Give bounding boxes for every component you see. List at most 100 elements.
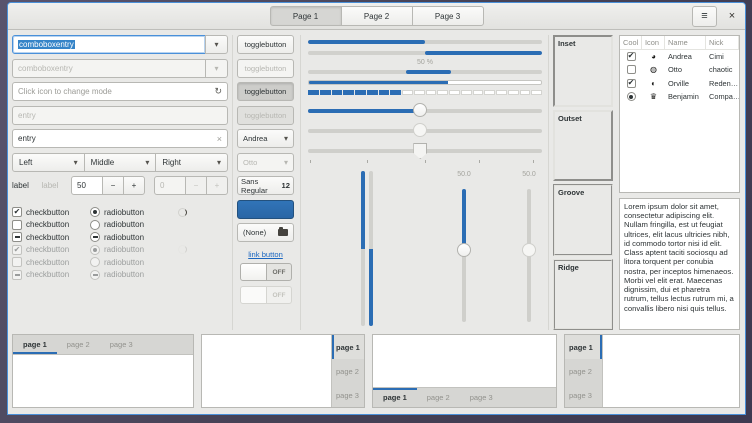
plus-icon: + <box>215 181 220 190</box>
switch-handle[interactable] <box>241 264 267 280</box>
togglebutton-active[interactable]: togglebutton <box>237 82 294 101</box>
notebook-top-tabs: page 1 page 2 page 3 <box>12 334 194 408</box>
link-button[interactable]: link button <box>237 250 294 259</box>
frame-label: Groove <box>558 188 584 197</box>
tab-page-3[interactable]: page 3 <box>460 388 503 407</box>
chevron-down-icon: ▾ <box>284 134 288 143</box>
close-button[interactable]: × <box>725 10 739 22</box>
level-bar-fill <box>309 81 448 84</box>
togglebutton[interactable]: togglebutton <box>237 35 294 54</box>
tab-page-3[interactable]: page 3 <box>565 383 602 407</box>
switch-off[interactable]: OFF <box>240 263 292 281</box>
tab-page-2[interactable]: Page 2 <box>341 6 413 26</box>
cell-name: Benjamin <box>665 92 706 101</box>
combobox-value: Otto <box>243 158 257 167</box>
checkbox-checked[interactable]: ✔ <box>627 52 636 61</box>
table-row[interactable]: ♛ Benjamin Compa… <box>620 90 739 104</box>
check-radio-row: ✔ checkbutton radiobutton <box>12 206 228 219</box>
font-button[interactable]: Sans Regular12 <box>237 176 294 195</box>
dropdown-right[interactable]: Right▾ <box>155 153 228 172</box>
checkbox-unchecked[interactable] <box>627 65 636 74</box>
column-header-cool[interactable]: Cool <box>620 36 642 49</box>
tab-page-2[interactable]: page 2 <box>417 388 460 407</box>
spin-minus-button[interactable]: − <box>102 176 124 195</box>
crown-icon: ♛ <box>642 92 665 101</box>
table-row[interactable]: ✔ ◕ Andrea Cimi <box>620 50 739 64</box>
checkbox-unchecked[interactable] <box>12 220 22 230</box>
clear-icon[interactable]: × <box>217 134 222 144</box>
plus-icon: + <box>132 181 137 190</box>
spin-disabled-minus-button: − <box>185 176 207 195</box>
tick-mark <box>310 160 311 163</box>
radiobutton-label[interactable]: radiobutton <box>104 220 168 229</box>
radiobutton-label[interactable]: radiobutton <box>104 208 168 217</box>
column-header-icon[interactable]: Icon <box>642 36 665 49</box>
tab-page-1[interactable]: page 1 <box>373 388 417 407</box>
mode-entry[interactable]: Click icon to change mode ↻ <box>12 82 228 101</box>
tab-page-3[interactable]: page 3 <box>332 383 364 407</box>
radio-selected-disabled <box>90 245 100 255</box>
spinbutton-disabled: 0 − + <box>154 176 228 195</box>
column-header-name[interactable]: Name <box>665 36 706 49</box>
entry[interactable]: entry × <box>12 129 228 148</box>
checkbutton-label[interactable]: checkbutton <box>26 233 90 242</box>
togglebutton-label: togglebutton <box>245 64 287 73</box>
radiobutton-label[interactable]: radiobutton <box>104 233 168 242</box>
radio-dot-icon <box>93 248 97 252</box>
tab-page-1[interactable]: Page 1 <box>270 6 342 26</box>
dropdown-left[interactable]: Left▾ <box>12 153 85 172</box>
radio-dot-icon <box>93 210 97 214</box>
tab-page-2[interactable]: page 2 <box>565 359 602 383</box>
tab-page-1[interactable]: page 1 <box>565 335 602 359</box>
spinbutton: 50 − + <box>71 176 145 195</box>
checkbutton-label[interactable]: checkbutton <box>26 208 90 217</box>
tab-page-3[interactable]: Page 3 <box>412 6 484 26</box>
cell-nick: chaotic <box>706 65 739 74</box>
checkbox-checked[interactable]: ✔ <box>627 79 636 88</box>
menu-button[interactable]: ≡ <box>692 6 717 27</box>
comboboxentry-dropdown-button[interactable]: ▾ <box>205 35 228 54</box>
spinbutton-value-text: 50 <box>77 181 86 190</box>
checkbox-indeterminate[interactable] <box>12 232 22 242</box>
chevron-down-icon: ▾ <box>145 158 149 167</box>
scale-knob[interactable] <box>457 243 471 257</box>
table-row[interactable]: ◍ Otto chaotic <box>620 63 739 77</box>
column-header-nick[interactable]: Nick <box>706 36 739 49</box>
comboboxentry-input[interactable]: comboboxentry <box>12 35 206 54</box>
color-button[interactable] <box>237 200 294 219</box>
chevron-down-icon: ▾ <box>214 40 218 49</box>
radio-selected[interactable] <box>90 207 100 217</box>
checkbox-checked[interactable]: ✔ <box>12 207 22 217</box>
scale-knob[interactable] <box>413 103 427 117</box>
header-actions: ≡ × <box>692 3 739 29</box>
radio-unselected[interactable] <box>90 220 100 230</box>
radio-indeterminate[interactable] <box>90 232 100 242</box>
main-content: comboboxentry ▾ comboboxentry ▾ Click ic… <box>8 30 745 332</box>
table-row[interactable]: ✔ ◐ Orville Reden… <box>620 77 739 91</box>
tab-page-2[interactable]: page 2 <box>332 359 364 383</box>
tab-page-1[interactable]: page 1 <box>332 335 364 359</box>
notebook-left-tabs: page 1 page 2 page 3 <box>564 334 740 408</box>
tick-mark <box>367 160 368 163</box>
tab-page-1[interactable]: page 1 <box>13 335 57 354</box>
checkbutton-label[interactable]: checkbutton <box>26 220 90 229</box>
progress-fill <box>308 40 425 44</box>
tab-page-3[interactable]: page 3 <box>100 335 143 354</box>
spin-plus-button[interactable]: + <box>123 176 145 195</box>
tab-page-2[interactable]: page 2 <box>57 335 100 354</box>
position-dropdowns: Left▾ Middle▾ Right▾ <box>12 153 228 172</box>
circle-slit-icon: ◍ <box>642 65 665 74</box>
scale-knob-pointed[interactable] <box>413 143 427 159</box>
cell-nick: Cimi <box>706 52 739 61</box>
spinbutton-value[interactable]: 50 <box>71 176 103 195</box>
refresh-icon[interactable]: ↻ <box>214 86 222 97</box>
lorem-textview[interactable]: Lorem ipsum dolor sit amet, consectetur … <box>619 198 740 330</box>
dropdown-middle[interactable]: Middle▾ <box>84 153 157 172</box>
combobox-andrea[interactable]: Andrea▾ <box>237 129 294 148</box>
radio-dot-icon <box>629 95 633 99</box>
progress-bar-inverted <box>308 51 542 55</box>
file-chooser-button[interactable]: (None) <box>237 223 294 242</box>
checkbox-indeterminate-disabled <box>12 270 22 280</box>
frame-ridge: Ridge <box>553 259 613 331</box>
radio-selected[interactable] <box>627 92 636 101</box>
